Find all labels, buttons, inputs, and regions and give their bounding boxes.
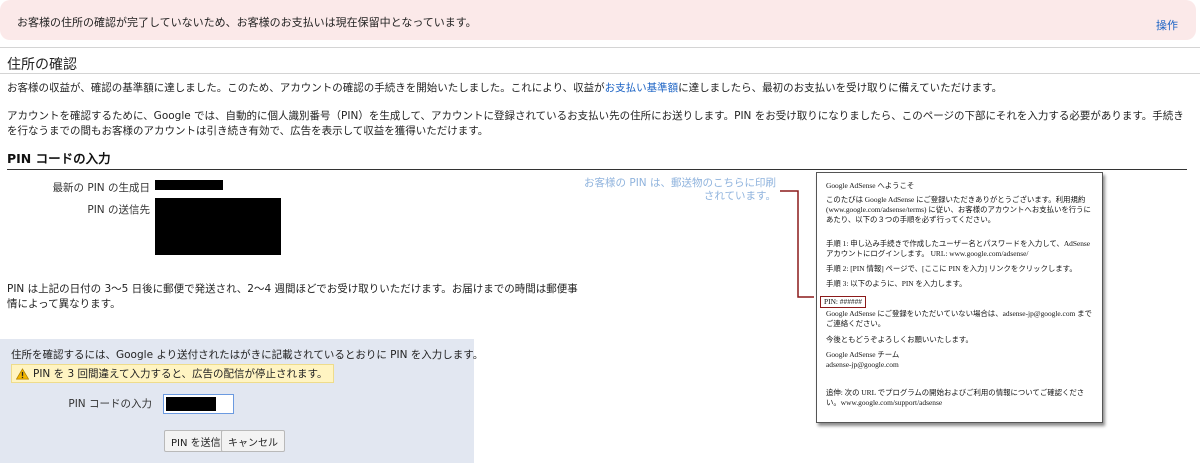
sample-letter: Google AdSense へようこそ このたびは Google AdSens…	[816, 172, 1103, 423]
divider	[0, 73, 1200, 74]
letter-greeting: Google AdSense へようこそ	[826, 181, 915, 190]
letter-pin-highlight: PIN: ######	[820, 296, 866, 308]
warning-text: PIN を 3 回間違えて入力すると、広告の配信が停止されます。	[33, 368, 328, 380]
form-instruction: 住所を確認するには、Google より送付されたはがきに記載されているとおりに …	[11, 349, 484, 361]
divider	[0, 47, 1200, 48]
submit-pin-button[interactable]: PIN を送信	[164, 430, 228, 452]
pin-section-title: PIN コードの入力	[7, 151, 111, 166]
letter-step-3: 手順 3: 以下のように、PIN を入力します。	[826, 279, 967, 288]
payment-threshold-link[interactable]: お支払い基準額	[605, 82, 679, 94]
letter-step-2: 手順 2: [PIN 情報] ページで、[ここに PIN を入力] リンクをクリ…	[826, 264, 1077, 273]
pin-code-input[interactable]	[163, 394, 234, 414]
letter-regards: 今後ともどうぞよろしくお願いいたします。	[826, 335, 973, 344]
pin-callout-text: お客様の PIN は、郵送物のこちらに印刷されています。	[584, 177, 776, 202]
intro-paragraph: お客様の収益が、確認の基準額に達しました。このため、アカウントの確認の手続きを開…	[7, 81, 1002, 96]
letter-help: Google AdSense にご登録をいただいていない場合は、adsense-…	[826, 309, 1092, 328]
latest-pin-date-label: 最新の PIN の生成日	[52, 182, 150, 194]
redacted-pin-value	[166, 397, 216, 411]
warning-triangle-icon	[16, 367, 29, 379]
letter-postscript: 追伸: 次の URL でプログラムの開始およびご利用の情報についてご確認ください…	[826, 388, 1085, 407]
warning-box: PIN を 3 回間違えて入力すると、広告の配信が停止されます。	[11, 364, 335, 383]
letter-team: Google AdSense チーム	[826, 350, 900, 359]
redacted-pin-address	[155, 198, 281, 255]
pin-destination-label: PIN の送信先	[87, 204, 150, 216]
cancel-button[interactable]: キャンセル	[221, 430, 285, 452]
letter-step-1: 手順 1: 申し込み手続きで作成したユーザー名とパスワードを入力して、AdSen…	[826, 239, 1091, 258]
section-divider	[7, 169, 1187, 170]
pin-code-label: PIN コードの入力	[68, 398, 152, 410]
delivery-note: PIN は上記の日付の 3～5 日後に郵便で発送され、2～4 週間ほどでお受け取…	[7, 283, 578, 310]
alert-message: お客様の住所の確認が完了していないため、お客様のお支払いは現在保留中となっていま…	[17, 16, 477, 29]
pin-entry-form: 住所を確認するには、Google より送付されたはがきに記載されているとおりに …	[0, 339, 483, 463]
letter-intro: このたびは Google AdSense にご登録いただきありがとうございます。…	[826, 195, 1091, 224]
alert-action-link[interactable]: 操作	[1156, 17, 1178, 33]
verification-paragraph: アカウントを確認するために、Google では、自動的に個人識別番号（PIN）を…	[7, 110, 1184, 137]
alert-banner: お客様の住所の確認が完了していないため、お客様のお支払いは現在保留中となっていま…	[0, 0, 1196, 40]
intro-text-after: に達しましたら、最初のお支払いを受け取りに備えていただけます。	[678, 82, 1003, 94]
intro-text-before: お客様の収益が、確認の基準額に達しました。このため、アカウントの確認の手続きを開…	[7, 82, 605, 94]
redacted-pin-date	[155, 180, 223, 190]
letter-email: adsense-jp@google.com	[826, 360, 899, 369]
callout-connector	[780, 190, 814, 298]
page-title: 住所の確認	[7, 57, 77, 73]
